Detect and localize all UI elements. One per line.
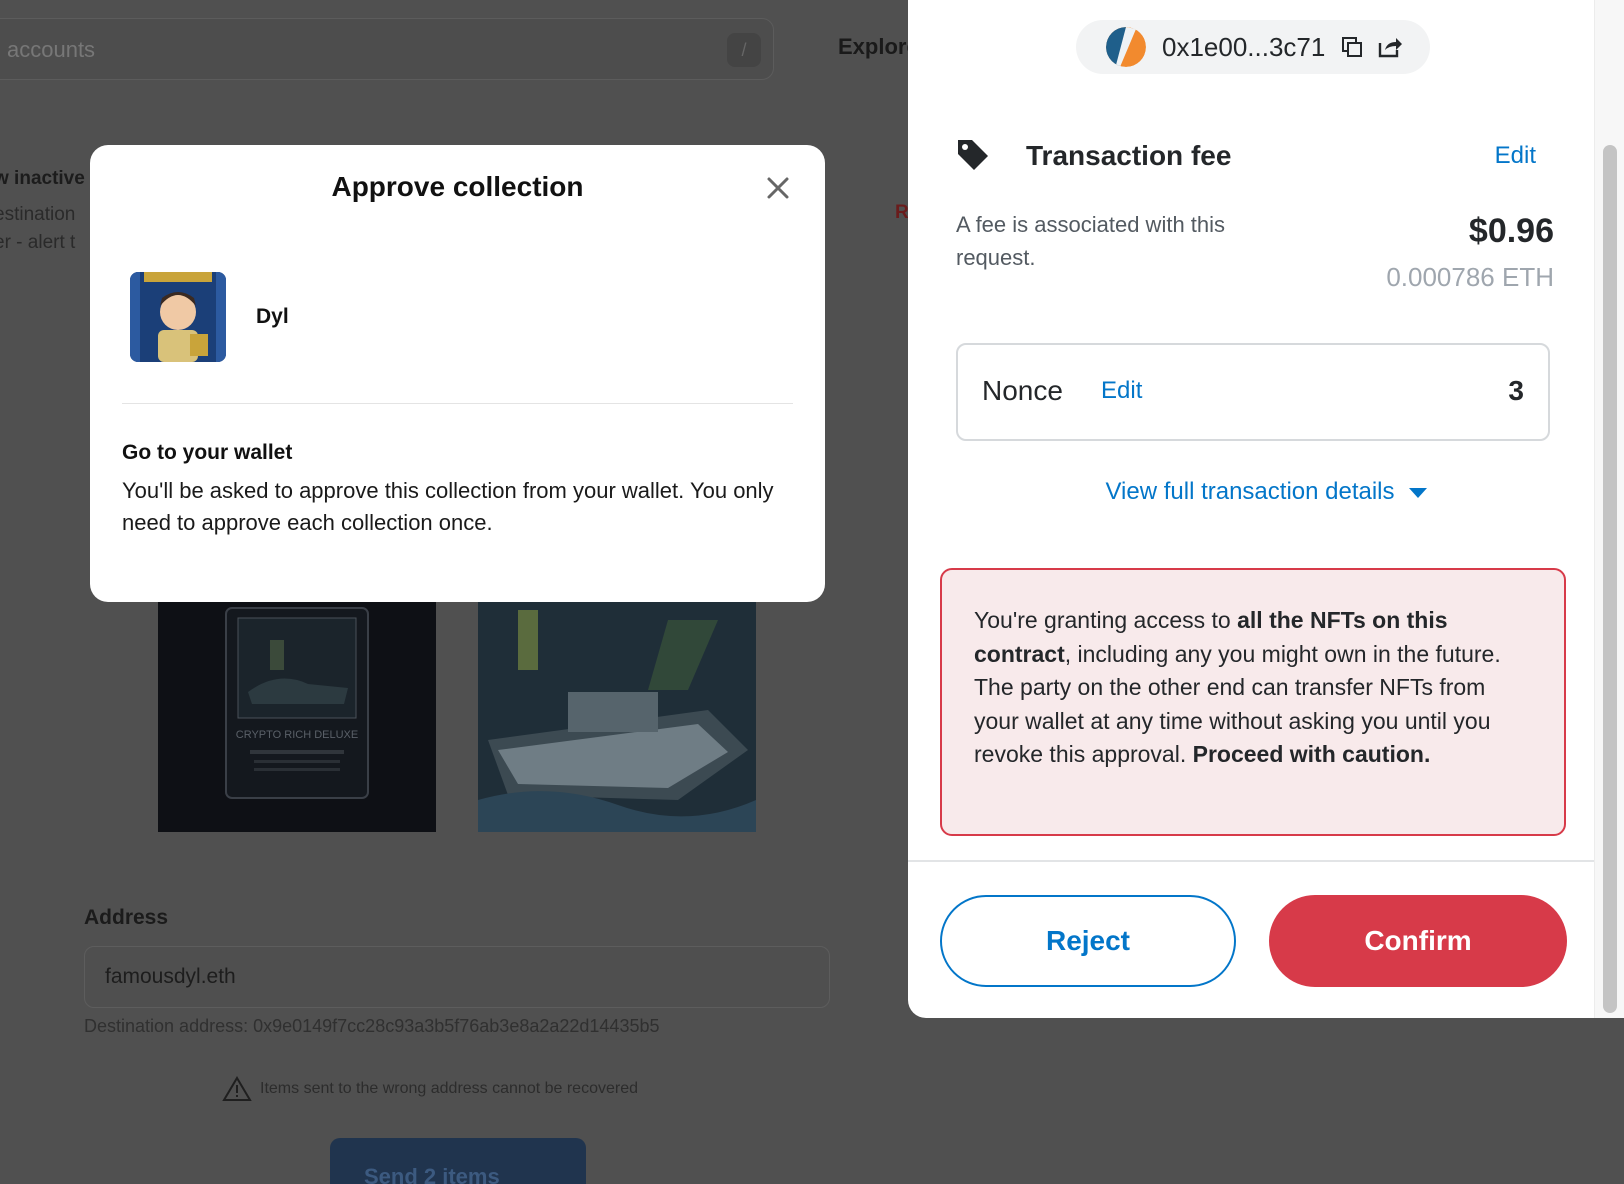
modal-body-text: You'll be asked to approve this collecti… [122,478,774,535]
send-button-label: Send 2 items [364,1164,500,1184]
jazzicon-avatar [1106,27,1146,67]
nft-card-image[interactable]: CRYPTO RICH DELUXE [158,600,436,832]
nft-card-image[interactable] [478,600,756,832]
account-avatar [1106,27,1146,67]
share-icon[interactable] [1377,35,1403,59]
caret-down-icon [1408,487,1427,498]
collection-name: Dyl [256,305,289,328]
collection-avatar-image [130,272,226,362]
address-value: famousdyl.eth [105,965,236,988]
nonce-edit-link[interactable]: Edit [1101,377,1142,405]
destination-label: estination [0,204,76,225]
fee-description: A fee is associated with this request. [956,212,1226,270]
approval-warning-box: You're granting access to all the NFTs o… [940,568,1566,836]
warning-text: Items sent to the wrong address cannot b… [260,1080,638,1097]
collection-thumbnail [130,272,226,362]
truncated-red-text: R [895,202,909,223]
warning-part-1: You're granting access to [974,607,1238,633]
address-input[interactable]: famousdyl.eth [84,946,830,1008]
send-items-button[interactable]: Send 2 items [330,1138,586,1184]
tag-icon [958,140,988,170]
nonce-value: 3 [1508,375,1524,406]
fee-row: Transaction fee Edit [956,136,1536,176]
approve-collection-modal: Approve collection Dyl Go to your wallet… [90,145,825,602]
nft-crypto-rich-deluxe-image: CRYPTO RICH DELUXE [158,600,436,832]
warning-bold-2: Proceed with caution. [1192,741,1431,767]
collection-row: Dyl [130,272,289,362]
search-placeholder: accounts [7,37,96,62]
modal-heading: Go to your wallet [122,441,293,464]
account-address: 0x1e00...3c71 [1162,31,1326,62]
search-input[interactable]: accounts / [0,18,774,80]
scrollbar-thumb[interactable] [1603,145,1617,1013]
nonce-box: Nonce Edit 3 [956,343,1550,441]
address-label: Address [84,906,169,929]
modal-divider [122,403,793,404]
fee-title: Transaction fee [1026,140,1232,171]
address-warning: Items sent to the wrong address cannot b… [222,1076,638,1102]
footer-divider [908,860,1594,862]
alert-label: er - alert t [0,232,76,253]
close-icon[interactable] [765,175,791,201]
nft-1-title: CRYPTO RICH DELUXE [236,729,358,741]
search-shortcut-badge: / [727,33,761,67]
nav-explore[interactable]: Explore [838,34,919,60]
fee-eth: 0.000786 ETH [1386,262,1554,292]
view-full-details-link[interactable]: View full transaction details [908,478,1624,506]
inactive-label: w inactive [0,168,85,189]
nft-boat-image [478,600,756,832]
modal-title: Approve collection [331,171,584,202]
copy-icon[interactable] [1341,36,1363,58]
destination-address: Destination address: 0x9e0149f7cc28c93a3… [84,1016,660,1036]
fee-usd: $0.96 [1468,212,1554,250]
scrollbar-track[interactable] [1594,0,1624,1018]
view-details-label: View full transaction details [1105,478,1395,505]
wallet-confirmation-panel: 0x1e00...3c71 Transaction fee Edit A fee… [908,0,1624,1018]
confirm-button[interactable]: Confirm [1269,895,1567,987]
fee-edit-link[interactable]: Edit [1495,142,1536,170]
nonce-label: Nonce [982,375,1063,406]
account-pill[interactable]: 0x1e00...3c71 [1076,20,1430,74]
warning-triangle-icon [222,1076,252,1101]
reject-button[interactable]: Reject [940,895,1236,987]
